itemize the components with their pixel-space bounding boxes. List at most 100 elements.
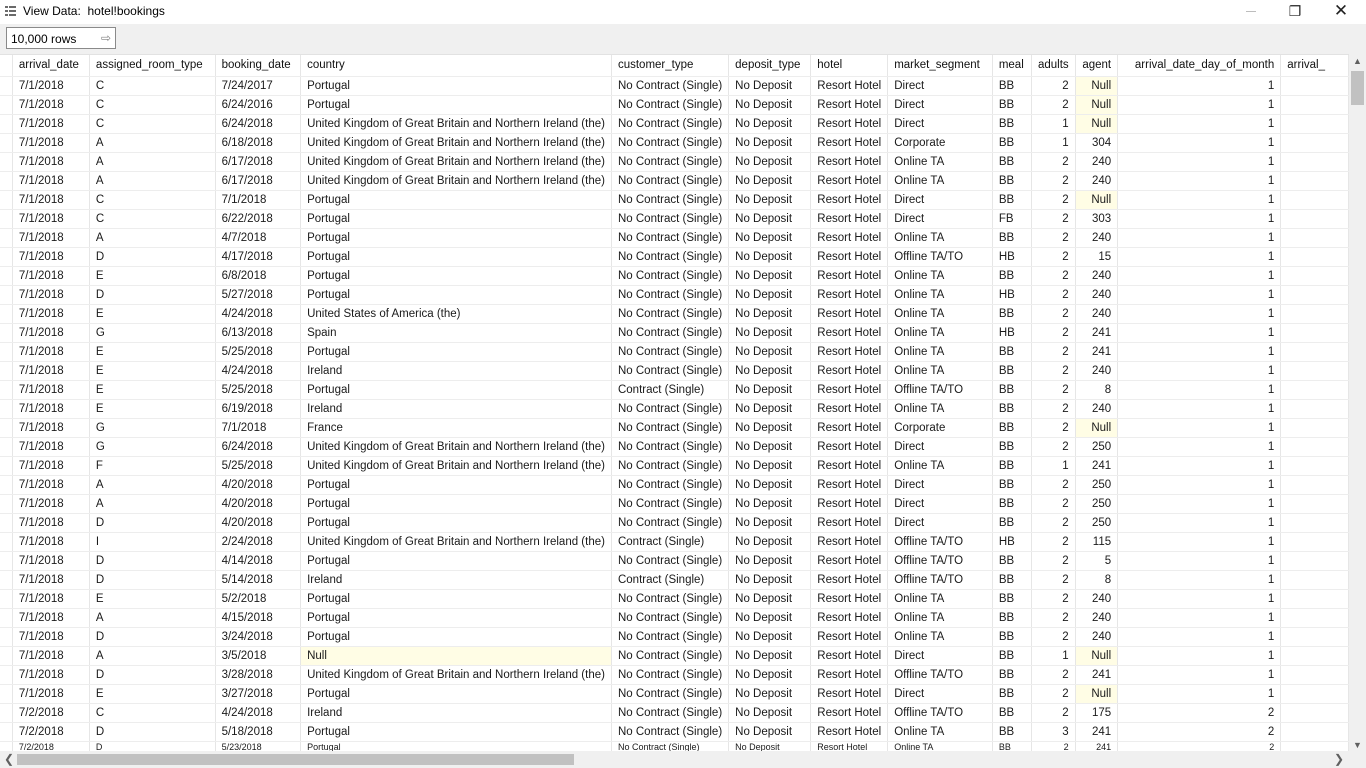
table-cell[interactable]: 2 <box>1031 190 1076 210</box>
table-cell[interactable]: HB <box>992 247 1032 267</box>
table-cell[interactable]: No Deposit <box>728 456 812 476</box>
table-cell[interactable]: Resort Hotel <box>810 152 889 172</box>
table-cell[interactable]: 2 <box>1031 323 1076 343</box>
table-cell[interactable]: No Contract (Single) <box>611 722 730 742</box>
table-cell[interactable] <box>1280 380 1349 400</box>
table-cell[interactable]: 2 <box>1031 285 1076 305</box>
table-cell[interactable]: No Deposit <box>728 722 812 742</box>
table-cell[interactable]: 1 <box>1117 209 1282 229</box>
table-cell[interactable] <box>1280 513 1349 533</box>
table-cell[interactable]: BB <box>992 456 1032 476</box>
table-cell[interactable]: 7/1/2018 <box>12 304 90 324</box>
table-cell[interactable]: 5/25/2018 <box>215 456 302 476</box>
table-cell[interactable] <box>1280 456 1349 476</box>
table-cell[interactable]: No Deposit <box>728 152 812 172</box>
row-gutter[interactable] <box>0 228 13 248</box>
table-cell[interactable]: Portugal <box>300 285 612 305</box>
table-cell[interactable]: 1 <box>1117 551 1282 571</box>
table-cell[interactable]: D <box>89 741 216 751</box>
row-gutter[interactable] <box>0 114 13 134</box>
table-cell[interactable]: No Deposit <box>728 76 812 96</box>
table-cell[interactable]: 7/1/2018 <box>12 266 90 286</box>
table-cell[interactable]: 6/17/2018 <box>215 152 302 172</box>
row-gutter[interactable] <box>0 361 13 381</box>
table-cell[interactable]: 1 <box>1117 228 1282 248</box>
row-gutter[interactable] <box>0 190 13 210</box>
table-row[interactable]: 7/1/2018 E 5/25/2018 Portugal Contract (Sing… <box>0 380 1349 400</box>
table-cell[interactable]: BB <box>992 380 1032 400</box>
table-cell[interactable]: 4/20/2018 <box>215 494 302 514</box>
table-cell[interactable]: 7/1/2018 <box>12 437 90 457</box>
row-gutter[interactable] <box>0 513 13 533</box>
row-gutter[interactable] <box>0 342 13 362</box>
table-cell[interactable]: Contract (Single) <box>611 532 730 552</box>
table-cell[interactable]: 5/23/2018 <box>215 741 302 751</box>
table-cell[interactable]: 7/24/2017 <box>215 76 302 96</box>
table-cell[interactable]: Direct <box>887 684 993 704</box>
table-cell[interactable]: Resort Hotel <box>810 551 889 571</box>
table-cell[interactable]: C <box>89 114 216 134</box>
table-cell[interactable]: Resort Hotel <box>810 646 889 666</box>
table-cell[interactable]: 3/5/2018 <box>215 646 302 666</box>
table-cell[interactable]: Null <box>1075 418 1119 438</box>
table-cell[interactable]: 4/17/2018 <box>215 247 302 267</box>
table-cell[interactable]: 7/1/2018 <box>12 399 90 419</box>
table-cell[interactable]: 7/1/2018 <box>12 551 90 571</box>
table-cell[interactable]: No Contract (Single) <box>611 323 730 343</box>
table-cell[interactable]: E <box>89 266 216 286</box>
table-cell[interactable]: 240 <box>1075 285 1119 305</box>
table-cell[interactable]: Offline TA/TO <box>887 551 993 571</box>
table-cell[interactable]: 1 <box>1117 133 1282 153</box>
vertical-scroll-thumb[interactable] <box>1351 71 1364 105</box>
table-cell[interactable]: 4/14/2018 <box>215 551 302 571</box>
table-cell[interactable]: Portugal <box>300 589 612 609</box>
table-cell[interactable]: D <box>89 285 216 305</box>
table-cell[interactable]: Null <box>1075 95 1119 115</box>
table-cell[interactable]: 7/1/2018 <box>12 532 90 552</box>
table-cell[interactable]: 7/1/2018 <box>12 342 90 362</box>
table-row[interactable]: 7/1/2018 D 5/27/2018 Portugal No Contract (S… <box>0 285 1349 305</box>
table-cell[interactable]: 2 <box>1031 209 1076 229</box>
table-cell[interactable]: A <box>89 608 216 628</box>
table-cell[interactable]: 240 <box>1075 399 1119 419</box>
table-cell[interactable]: D <box>89 513 216 533</box>
table-cell[interactable]: 7/1/2018 <box>12 646 90 666</box>
table-cell[interactable] <box>1280 95 1349 115</box>
table-cell[interactable]: BB <box>992 722 1032 742</box>
table-cell[interactable] <box>1280 76 1349 96</box>
table-cell[interactable]: C <box>89 190 216 210</box>
table-cell[interactable]: No Deposit <box>728 323 812 343</box>
table-cell[interactable]: A <box>89 152 216 172</box>
table-cell[interactable]: 2 <box>1031 304 1076 324</box>
table-cell[interactable]: F <box>89 456 216 476</box>
table-row[interactable]: 7/1/2018 D 3/24/2018 Portugal No Contract (S… <box>0 627 1349 647</box>
row-gutter[interactable] <box>0 95 13 115</box>
table-cell[interactable]: 3/28/2018 <box>215 665 302 685</box>
table-cell[interactable]: 2 <box>1031 95 1076 115</box>
table-cell[interactable]: BB <box>992 228 1032 248</box>
table-cell[interactable]: 1 <box>1117 665 1282 685</box>
table-cell[interactable]: No Contract (Single) <box>611 608 730 628</box>
horizontal-scroll-thumb[interactable] <box>17 754 574 765</box>
table-cell[interactable] <box>1280 703 1349 723</box>
row-gutter[interactable] <box>0 76 13 96</box>
table-cell[interactable]: 241 <box>1075 665 1119 685</box>
row-gutter[interactable] <box>0 304 13 324</box>
table-cell[interactable]: BB <box>992 114 1032 134</box>
table-cell[interactable]: 1 <box>1117 608 1282 628</box>
table-cell[interactable]: No Contract (Single) <box>611 171 730 191</box>
table-cell[interactable]: Online TA <box>887 228 993 248</box>
table-row[interactable]: 7/1/2018 D 4/20/2018 Portugal No Contract (S… <box>0 513 1349 533</box>
table-cell[interactable]: No Contract (Single) <box>611 342 730 362</box>
table-cell[interactable]: 303 <box>1075 209 1119 229</box>
table-cell[interactable]: I <box>89 532 216 552</box>
vertical-scrollbar[interactable]: ▲ ▼ <box>1349 54 1366 751</box>
table-cell[interactable]: Portugal <box>300 627 612 647</box>
table-cell[interactable]: BB <box>992 76 1032 96</box>
table-cell[interactable]: Portugal <box>300 190 612 210</box>
table-cell[interactable]: Online TA <box>887 266 993 286</box>
table-cell[interactable]: 2 <box>1031 551 1076 571</box>
table-cell[interactable]: Online TA <box>887 741 993 751</box>
table-cell[interactable]: 7/1/2018 <box>12 380 90 400</box>
table-cell[interactable]: 1 <box>1117 418 1282 438</box>
